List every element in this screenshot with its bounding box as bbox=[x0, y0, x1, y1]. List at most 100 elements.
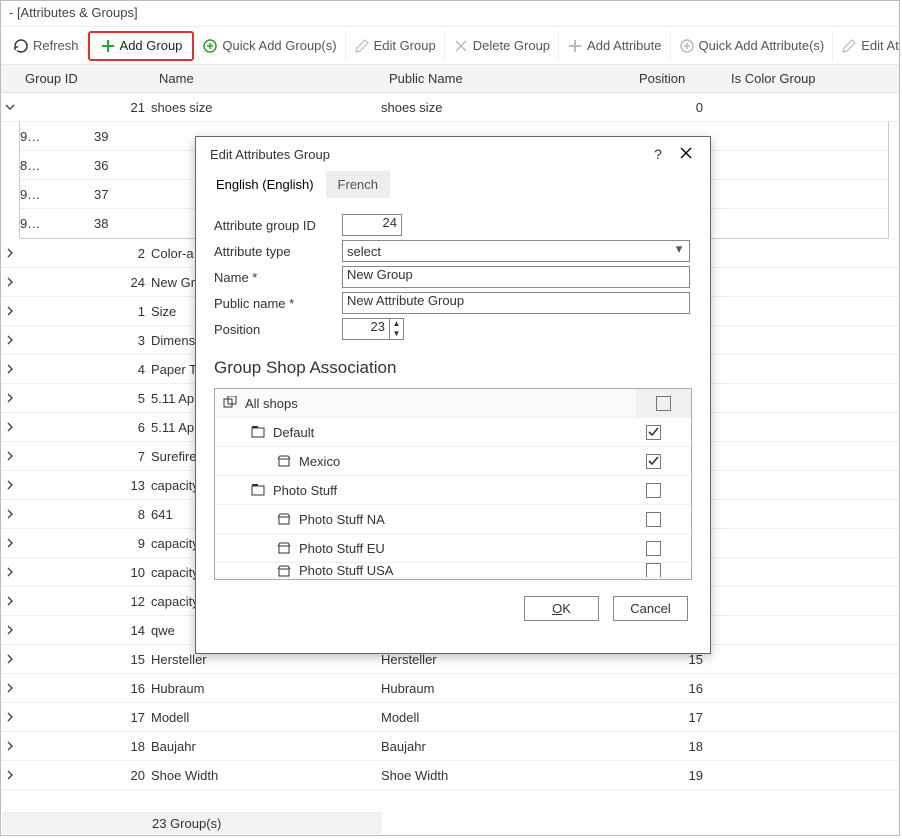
add-attribute-button[interactable]: Add Attribute bbox=[559, 31, 670, 61]
table-row[interactable]: 20Shoe WidthShoe Width19 bbox=[1, 761, 899, 790]
expand-icon[interactable] bbox=[1, 594, 19, 609]
table-row[interactable]: 16HubraumHubraum16 bbox=[1, 674, 899, 703]
expand-icon[interactable] bbox=[1, 768, 19, 783]
delete-group-label: Delete Group bbox=[473, 38, 550, 53]
row-id: 4 bbox=[19, 362, 151, 377]
edit-attribute-button[interactable]: Edit Attribute bbox=[833, 31, 900, 61]
shop-row-photo-stuff[interactable]: Photo Stuff bbox=[215, 476, 691, 505]
label-name: Name * bbox=[214, 270, 342, 285]
form: Attribute group ID 24 Attribute type sel… bbox=[196, 198, 710, 342]
row-public: Baujahr bbox=[381, 739, 631, 754]
expand-icon[interactable] bbox=[1, 507, 19, 522]
store-icon bbox=[277, 453, 293, 469]
language-tabs: English (English) French bbox=[196, 171, 710, 198]
quick-add-attributes-label: Quick Add Attribute(s) bbox=[699, 38, 825, 53]
expand-icon[interactable] bbox=[1, 391, 19, 406]
checkbox[interactable] bbox=[646, 425, 661, 440]
ok-button[interactable]: OK bbox=[524, 596, 599, 621]
expand-icon[interactable] bbox=[1, 246, 19, 261]
status-bar: 23 Group(s) bbox=[2, 812, 382, 834]
expand-icon[interactable] bbox=[1, 652, 19, 667]
expand-icon[interactable] bbox=[1, 362, 19, 377]
shop-row-photo-usa[interactable]: Photo Stuff USA bbox=[215, 563, 691, 578]
expand-icon[interactable] bbox=[1, 478, 19, 493]
refresh-label: Refresh bbox=[33, 38, 79, 53]
expand-icon[interactable] bbox=[1, 420, 19, 435]
checkbox[interactable] bbox=[646, 483, 661, 498]
row-id: 13 bbox=[19, 478, 151, 493]
spin-down-icon[interactable]: ▼ bbox=[390, 329, 403, 339]
help-button[interactable]: ? bbox=[644, 146, 672, 162]
checkbox[interactable] bbox=[646, 512, 661, 527]
shop-label: Photo Stuff NA bbox=[299, 512, 385, 527]
expand-icon[interactable] bbox=[1, 739, 19, 754]
checkbox[interactable] bbox=[646, 541, 661, 556]
add-group-button[interactable]: Add Group bbox=[88, 31, 195, 61]
input-name[interactable]: New Group bbox=[342, 266, 690, 288]
plus-circle-grey-icon bbox=[679, 38, 695, 54]
table-row[interactable]: 21 shoes size shoes size 0 bbox=[1, 93, 899, 122]
tab-english[interactable]: English (English) bbox=[204, 171, 326, 198]
checkbox[interactable] bbox=[646, 563, 661, 578]
shop-row-photo-na[interactable]: Photo Stuff NA bbox=[215, 505, 691, 534]
shop-label: Photo Stuff USA bbox=[299, 563, 393, 578]
spinner-buttons[interactable]: ▲▼ bbox=[390, 318, 404, 340]
row-id: 21 bbox=[19, 100, 151, 115]
expand-icon[interactable] bbox=[1, 710, 19, 725]
tab-french[interactable]: French bbox=[326, 171, 390, 198]
input-group-id[interactable]: 24 bbox=[342, 214, 402, 236]
select-attribute-type[interactable]: select ▾ bbox=[342, 240, 690, 262]
expand-icon[interactable] bbox=[1, 100, 19, 115]
col-is-color-group[interactable]: Is Color Group bbox=[723, 71, 899, 86]
table-row[interactable]: 17ModellModell17 bbox=[1, 703, 899, 732]
expand-icon[interactable] bbox=[1, 275, 19, 290]
edit-group-button[interactable]: Edit Group bbox=[346, 31, 445, 61]
pencil-grey-icon bbox=[841, 38, 857, 54]
shop-row-photo-eu[interactable]: Photo Stuff EU bbox=[215, 534, 691, 563]
cancel-button[interactable]: Cancel bbox=[613, 596, 688, 621]
spin-up-icon[interactable]: ▲ bbox=[390, 319, 403, 329]
row-id: 24 bbox=[19, 275, 151, 290]
add-group-label: Add Group bbox=[120, 38, 183, 53]
col-name[interactable]: Name bbox=[151, 71, 381, 86]
expand-icon[interactable] bbox=[1, 681, 19, 696]
expand-icon[interactable] bbox=[1, 623, 19, 638]
row-public: Hubraum bbox=[381, 681, 631, 696]
table-row[interactable]: 18BaujahrBaujahr18 bbox=[1, 732, 899, 761]
quick-add-groups-button[interactable]: Quick Add Group(s) bbox=[194, 31, 345, 61]
input-public-name[interactable]: New Attribute Group bbox=[342, 292, 690, 314]
shop-label: Photo Stuff EU bbox=[299, 541, 385, 556]
plus-circle-icon bbox=[202, 38, 218, 54]
shop-row-default[interactable]: Default bbox=[215, 418, 691, 447]
expand-icon[interactable] bbox=[1, 304, 19, 319]
col-position[interactable]: Position bbox=[631, 71, 723, 86]
row-id: 6 bbox=[19, 420, 151, 435]
refresh-button[interactable]: Refresh bbox=[5, 31, 88, 61]
row-id: 10 bbox=[19, 565, 151, 580]
row-name: Modell bbox=[151, 710, 381, 725]
expand-icon[interactable] bbox=[1, 449, 19, 464]
row-public: Shoe Width bbox=[381, 768, 631, 783]
checkbox[interactable] bbox=[646, 454, 661, 469]
label-type: Attribute type bbox=[214, 244, 342, 259]
col-group-id[interactable]: Group ID bbox=[19, 71, 151, 86]
row-name: Baujahr bbox=[151, 739, 381, 754]
chevron-down-icon: ▾ bbox=[671, 241, 687, 257]
expand-icon[interactable] bbox=[1, 333, 19, 348]
input-position[interactable]: 23 bbox=[342, 318, 390, 340]
grid-header-row: Group ID Name Public Name Position Is Co… bbox=[1, 65, 899, 93]
plus-grey-icon bbox=[567, 38, 583, 54]
col-public-name[interactable]: Public Name bbox=[381, 71, 631, 86]
close-button[interactable] bbox=[672, 146, 700, 162]
label-position: Position bbox=[214, 322, 342, 337]
shop-row-all[interactable]: All shops bbox=[215, 389, 691, 418]
expand-icon[interactable] bbox=[1, 565, 19, 580]
quick-add-attributes-button[interactable]: Quick Add Attribute(s) bbox=[671, 31, 834, 61]
delete-group-button[interactable]: Delete Group bbox=[445, 31, 559, 61]
select-value: select bbox=[347, 244, 381, 259]
expand-icon[interactable] bbox=[1, 536, 19, 551]
x-icon bbox=[453, 38, 469, 54]
refresh-icon bbox=[13, 38, 29, 54]
checkbox[interactable] bbox=[656, 396, 671, 411]
shop-row-mexico[interactable]: Mexico bbox=[215, 447, 691, 476]
